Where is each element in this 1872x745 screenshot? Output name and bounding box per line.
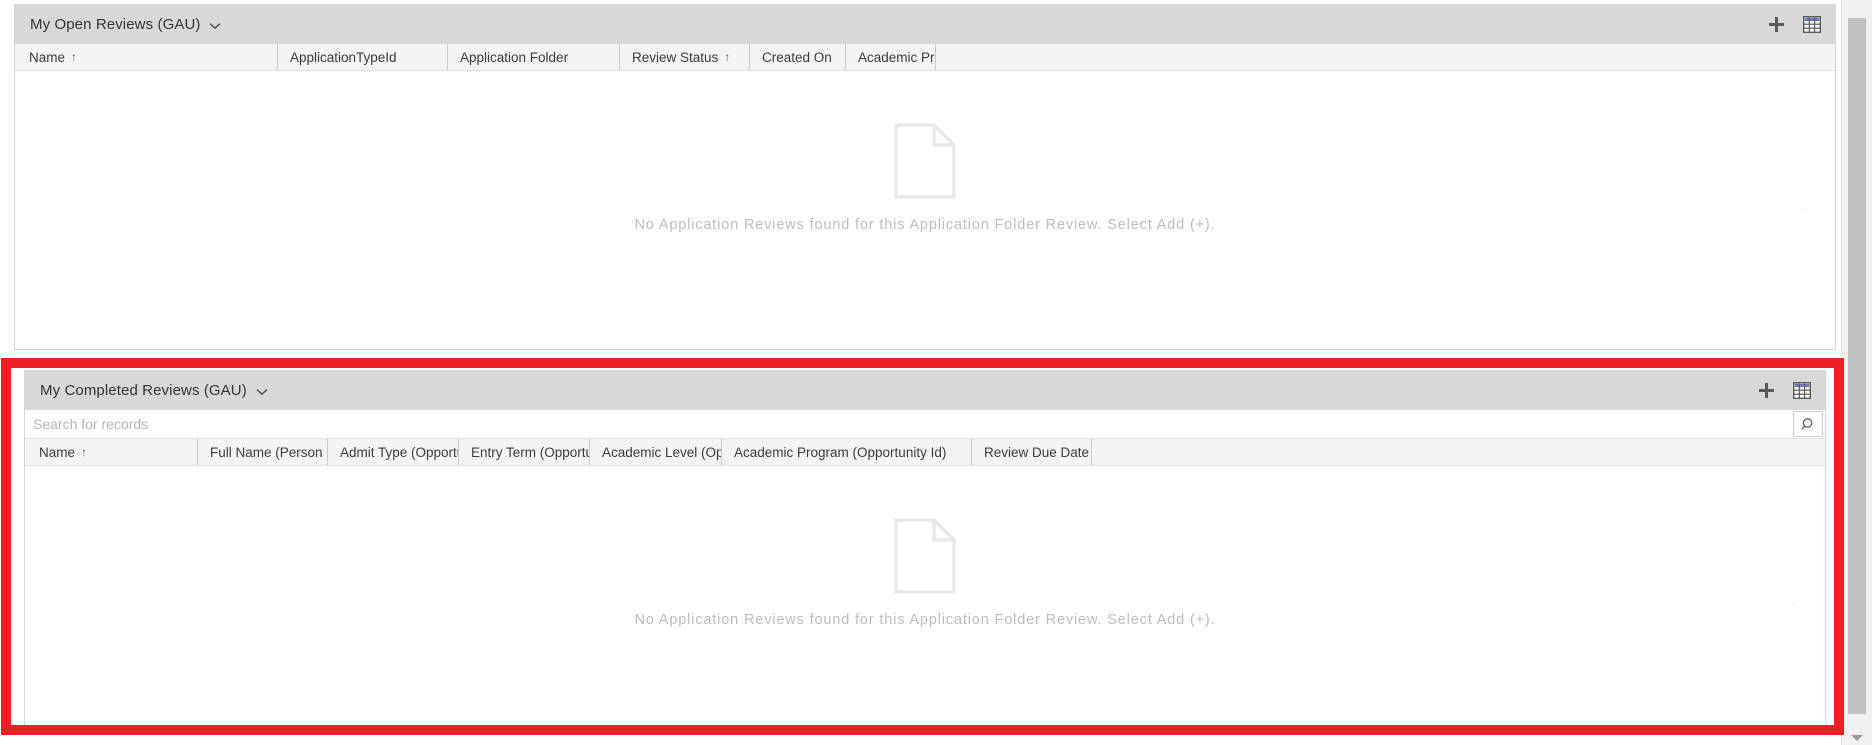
column-header-row-open-reviews: Name ↑ ApplicationTypeId Application Fol… [15, 44, 1835, 71]
empty-state-message: No Application Reviews found for this Ap… [634, 612, 1216, 628]
sort-ascending-icon: ↑ [724, 50, 731, 64]
page-vertical-scrollbar[interactable] [1841, 0, 1872, 745]
column-header-applicationtypeid[interactable]: ApplicationTypeId [277, 44, 447, 70]
column-header-label: Academic Pro... [858, 49, 935, 65]
column-header-divider [935, 44, 937, 70]
search-magnifier-icon [1800, 417, 1812, 430]
add-record-button[interactable] [1755, 380, 1777, 402]
application-folder-review-page: My Open Reviews (GAU) Name ↑ Application… [0, 0, 1872, 745]
panel-title-completed-reviews: My Completed Reviews (GAU) [40, 382, 247, 399]
column-header-label: Academic Program (Opportunity Id) [734, 444, 947, 460]
column-header-label: Admit Type (Opportunit... [340, 444, 458, 460]
search-input[interactable] [31, 410, 1793, 438]
grid-footer-ellipsis: . [1791, 594, 1795, 608]
subgrid-panel-completed-reviews: My Completed Reviews (GAU) Search for re… [24, 370, 1826, 730]
column-header-label: Entry Term (Opportunit... [471, 444, 589, 460]
add-record-button[interactable] [1765, 14, 1787, 36]
subgrid-panel-open-reviews: My Open Reviews (GAU) Name ↑ Application… [14, 4, 1836, 350]
plus-icon [1758, 383, 1774, 398]
empty-state-completed-reviews: No Application Reviews found for this Ap… [634, 518, 1215, 628]
document-icon [894, 518, 956, 594]
column-header-admit-type[interactable]: Admit Type (Opportunit... [327, 439, 458, 465]
column-header-label: Review Due Date [984, 444, 1090, 460]
column-header-academic-program[interactable]: Academic Pro... [845, 44, 935, 70]
column-header-full-name-person-id[interactable]: Full Name (Person Id) [197, 439, 327, 465]
panel-header-actions-open-reviews [1765, 5, 1823, 44]
column-header-name[interactable]: Name ↑ [25, 439, 197, 465]
search-row-completed-reviews [25, 410, 1825, 439]
scrollbar-thumb[interactable] [1848, 18, 1866, 714]
panel-header-actions-completed-reviews [1755, 371, 1813, 410]
column-header-label: Created On [762, 49, 832, 65]
column-header-label: Name [39, 444, 76, 460]
column-header-review-status[interactable]: Review Status ↑ [619, 44, 749, 70]
empty-state-message: No Application Reviews found for this Ap… [634, 217, 1216, 233]
panel-header-open-reviews: My Open Reviews (GAU) [15, 5, 1835, 44]
column-header-application-folder[interactable]: Application Folder [447, 44, 619, 70]
column-header-label: Review Status [632, 49, 719, 65]
column-header-academic-program-opportunity-id[interactable]: Academic Program (Opportunity Id) [721, 439, 971, 465]
open-grid-view-button[interactable] [1791, 380, 1813, 402]
chevron-down-icon[interactable] [209, 20, 221, 32]
grid-footer-ellipsis: . [1801, 199, 1805, 213]
column-header-row-completed-reviews: Name ↑ Full Name (Person Id) Admit Type … [25, 439, 1825, 466]
chevron-down-icon[interactable] [1851, 735, 1863, 741]
grid-body-completed-reviews: No Application Reviews found for this Ap… [25, 466, 1825, 730]
column-header-name[interactable]: Name ↑ [15, 44, 277, 70]
column-header-label: Full Name (Person Id) [210, 444, 327, 460]
sort-ascending-icon: ↑ [71, 50, 78, 64]
panel-title-open-reviews: My Open Reviews (GAU) [30, 16, 201, 33]
chevron-down-icon[interactable] [256, 386, 268, 398]
open-grid-view-button[interactable] [1801, 14, 1823, 36]
column-header-created-on[interactable]: Created On [749, 44, 845, 70]
column-header-divider [1091, 439, 1093, 465]
grid-table-icon [1793, 382, 1811, 399]
column-header-label: Academic Level (Opport... [602, 444, 721, 460]
document-icon [894, 123, 956, 199]
column-header-review-due-date[interactable]: Review Due Date ↑ [971, 439, 1091, 465]
plus-icon [1768, 17, 1784, 32]
column-header-academic-level[interactable]: Academic Level (Opport... [589, 439, 721, 465]
empty-state-open-reviews: No Application Reviews found for this Ap… [634, 123, 1215, 233]
column-header-entry-term[interactable]: Entry Term (Opportunit... [458, 439, 589, 465]
column-header-label: Name [29, 49, 66, 65]
grid-body-open-reviews: No Application Reviews found for this Ap… [15, 71, 1835, 349]
search-button[interactable] [1793, 411, 1823, 437]
panel-header-completed-reviews: My Completed Reviews (GAU) [25, 371, 1825, 410]
sort-ascending-icon: ↑ [81, 445, 88, 459]
column-header-label: ApplicationTypeId [290, 49, 397, 65]
column-header-label: Application Folder [460, 49, 569, 65]
grid-table-icon [1803, 16, 1821, 33]
